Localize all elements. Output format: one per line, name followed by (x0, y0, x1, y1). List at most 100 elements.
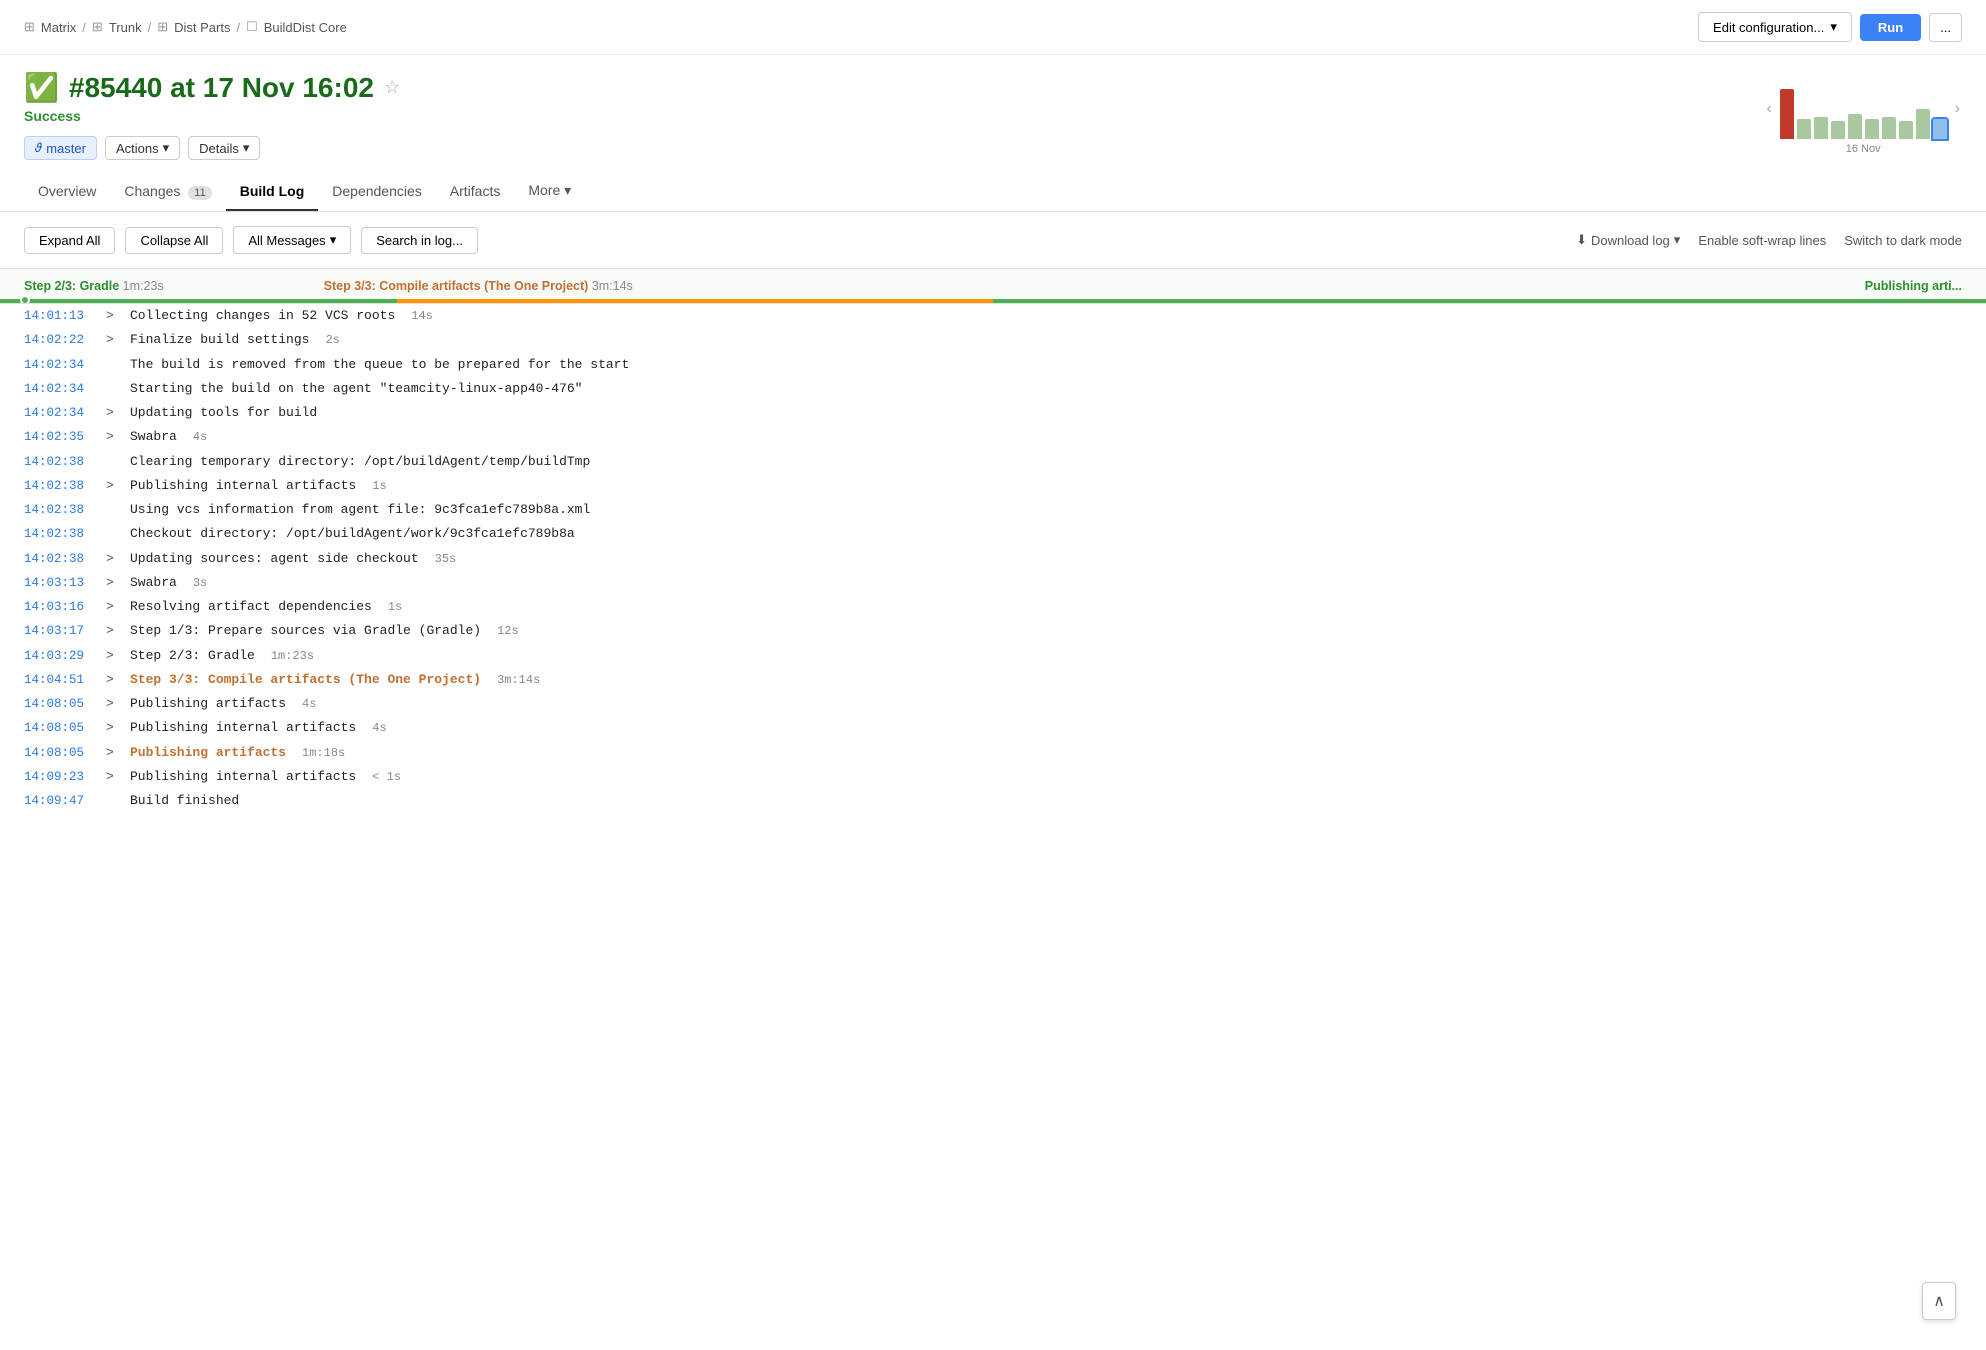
log-time: 14:02:38 (24, 500, 94, 521)
timeline-cursor (20, 295, 30, 304)
log-expand-icon[interactable]: > (106, 669, 118, 691)
log-text: Publishing internal artifacts (130, 717, 356, 739)
log-expand-icon[interactable]: > (106, 742, 118, 764)
all-messages-button[interactable]: All Messages ▾ (233, 226, 351, 254)
breadcrumb-dist-parts[interactable]: Dist Parts (174, 20, 230, 35)
log-expand-icon[interactable]: > (106, 596, 118, 618)
log-time: 14:02:38 (24, 524, 94, 545)
log-duration: 1m:18s (302, 743, 345, 763)
details-label: Details (199, 141, 239, 156)
details-button[interactable]: Details ▾ (188, 136, 260, 160)
log-duration: 35s (435, 549, 457, 569)
breadcrumb-sep-2: / (148, 20, 152, 35)
top-actions: Edit configuration... ▾ Run ... (1698, 12, 1962, 42)
success-check-icon: ✅ (24, 71, 59, 104)
timeline-step2: Step 2/3: Gradle 1m:23s (24, 279, 164, 293)
log-time: 14:02:38 (24, 452, 94, 473)
log-duration: 4s (302, 694, 316, 714)
tab-overview[interactable]: Overview (24, 173, 110, 211)
log-expand-icon[interactable]: > (106, 329, 118, 351)
log-line: 14:02:38Clearing temporary directory: /o… (24, 450, 1962, 474)
changes-badge: 11 (188, 186, 211, 200)
breadcrumb-sep-3: / (236, 20, 240, 35)
download-chevron-icon: ▾ (1674, 232, 1681, 248)
enable-soft-wrap-link[interactable]: Enable soft-wrap lines (1698, 233, 1826, 248)
chart-bar-2[interactable] (1814, 117, 1828, 139)
log-toolbar: Expand All Collapse All All Messages ▾ S… (0, 212, 1986, 268)
log-text: Step 3/3: Compile artifacts (The One Pro… (130, 669, 481, 691)
chart-bar-7[interactable] (1899, 121, 1913, 139)
timeline-step3: Step 3/3: Compile artifacts (The One Pro… (324, 279, 633, 293)
expand-all-button[interactable]: Expand All (24, 227, 115, 254)
log-line: 14:08:05>Publishing artifacts4s (24, 692, 1962, 716)
branch-tag[interactable]: 𝜗 master (24, 136, 97, 160)
log-line: 14:09:47Build finished (24, 789, 1962, 813)
build-status: Success (24, 108, 400, 124)
log-time: 14:08:05 (24, 718, 94, 739)
log-duration: 4s (372, 718, 386, 738)
breadcrumb-matrix[interactable]: Matrix (41, 20, 76, 35)
download-icon: ⬇ (1576, 232, 1587, 248)
breadcrumb-grid-icon-3: ⊞ (157, 19, 168, 35)
log-time: 14:08:05 (24, 743, 94, 764)
favorite-star-icon[interactable]: ☆ (384, 77, 400, 98)
scroll-to-top-button[interactable]: ∧ (1922, 1282, 1956, 1320)
search-in-log-button[interactable]: Search in log... (361, 227, 478, 254)
log-text: Finalize build settings (130, 329, 309, 351)
collapse-all-button[interactable]: Collapse All (125, 227, 223, 254)
chart-bar-3[interactable] (1831, 121, 1845, 139)
log-time: 14:02:22 (24, 330, 94, 351)
log-expand-icon[interactable]: > (106, 766, 118, 788)
log-expand-icon[interactable]: > (106, 402, 118, 424)
tab-dependencies[interactable]: Dependencies (318, 173, 436, 211)
chart-bar-6[interactable] (1882, 117, 1896, 139)
log-line: 14:08:05 > Publishing internal artifacts 4s (24, 716, 1962, 740)
log-text: Publishing artifacts (130, 693, 286, 715)
chart-bar-0[interactable] (1780, 89, 1794, 139)
log-expand-icon[interactable]: > (106, 572, 118, 594)
more-button[interactable]: ... (1929, 13, 1962, 42)
breadcrumb-grid-icon: ⊞ (24, 19, 35, 35)
log-duration: 1s (388, 597, 402, 617)
log-text: Updating tools for build (130, 402, 317, 424)
log-time: 14:02:34 (24, 403, 94, 424)
log-expand-icon[interactable]: > (106, 305, 118, 327)
more-chevron-icon: ▾ (564, 182, 571, 198)
run-button[interactable]: Run (1860, 14, 1921, 41)
chart-bar-5[interactable] (1865, 119, 1879, 139)
build-tags: 𝜗 master Actions ▾ Details ▾ (24, 136, 400, 160)
chart-prev-arrow[interactable]: ‹ (1764, 98, 1773, 120)
tab-artifacts[interactable]: Artifacts (436, 173, 515, 211)
chart-bar-4[interactable] (1848, 114, 1862, 139)
log-duration: 2s (325, 330, 339, 350)
log-line: 14:09:23>Publishing internal artifacts< … (24, 765, 1962, 789)
switch-dark-mode-link[interactable]: Switch to dark mode (1844, 233, 1962, 248)
log-duration: < 1s (372, 767, 401, 787)
tab-more[interactable]: More ▾ (514, 172, 585, 211)
chart-next-arrow[interactable]: › (1953, 98, 1962, 120)
log-expand-icon[interactable]: > (106, 717, 118, 739)
tab-build-log[interactable]: Build Log (226, 173, 319, 211)
log-expand-icon[interactable]: > (106, 548, 118, 570)
download-log-link[interactable]: ⬇ Download log ▾ (1576, 232, 1680, 248)
breadcrumb-builddist-core[interactable]: BuildDist Core (264, 20, 347, 35)
log-expand-icon[interactable]: > (106, 426, 118, 448)
chart-bar-9[interactable] (1933, 119, 1947, 139)
log-line: 14:08:05>Publishing artifacts1m:18s (24, 741, 1962, 765)
branch-label: master (46, 141, 86, 156)
log-duration: 14s (411, 306, 433, 326)
log-expand-icon[interactable]: > (106, 620, 118, 642)
breadcrumb-trunk[interactable]: Trunk (109, 20, 142, 35)
log-expand-icon[interactable]: > (106, 475, 118, 497)
log-text: Swabra (130, 572, 177, 594)
edit-config-button[interactable]: Edit configuration... ▾ (1698, 12, 1852, 42)
chart-bar-1[interactable] (1797, 119, 1811, 139)
log-line: 14:02:38>Publishing internal artifacts1s (24, 474, 1962, 498)
log-line: 14:02:38 Using vcs information from agent… (24, 498, 1962, 522)
log-expand-icon[interactable]: > (106, 693, 118, 715)
chart-bar-8[interactable] (1916, 109, 1930, 139)
log-expand-icon[interactable]: > (106, 645, 118, 667)
actions-button[interactable]: Actions ▾ (105, 136, 180, 160)
log-text: Using vcs information from agent file: 9… (130, 499, 590, 521)
tab-changes[interactable]: Changes 11 (110, 173, 225, 211)
